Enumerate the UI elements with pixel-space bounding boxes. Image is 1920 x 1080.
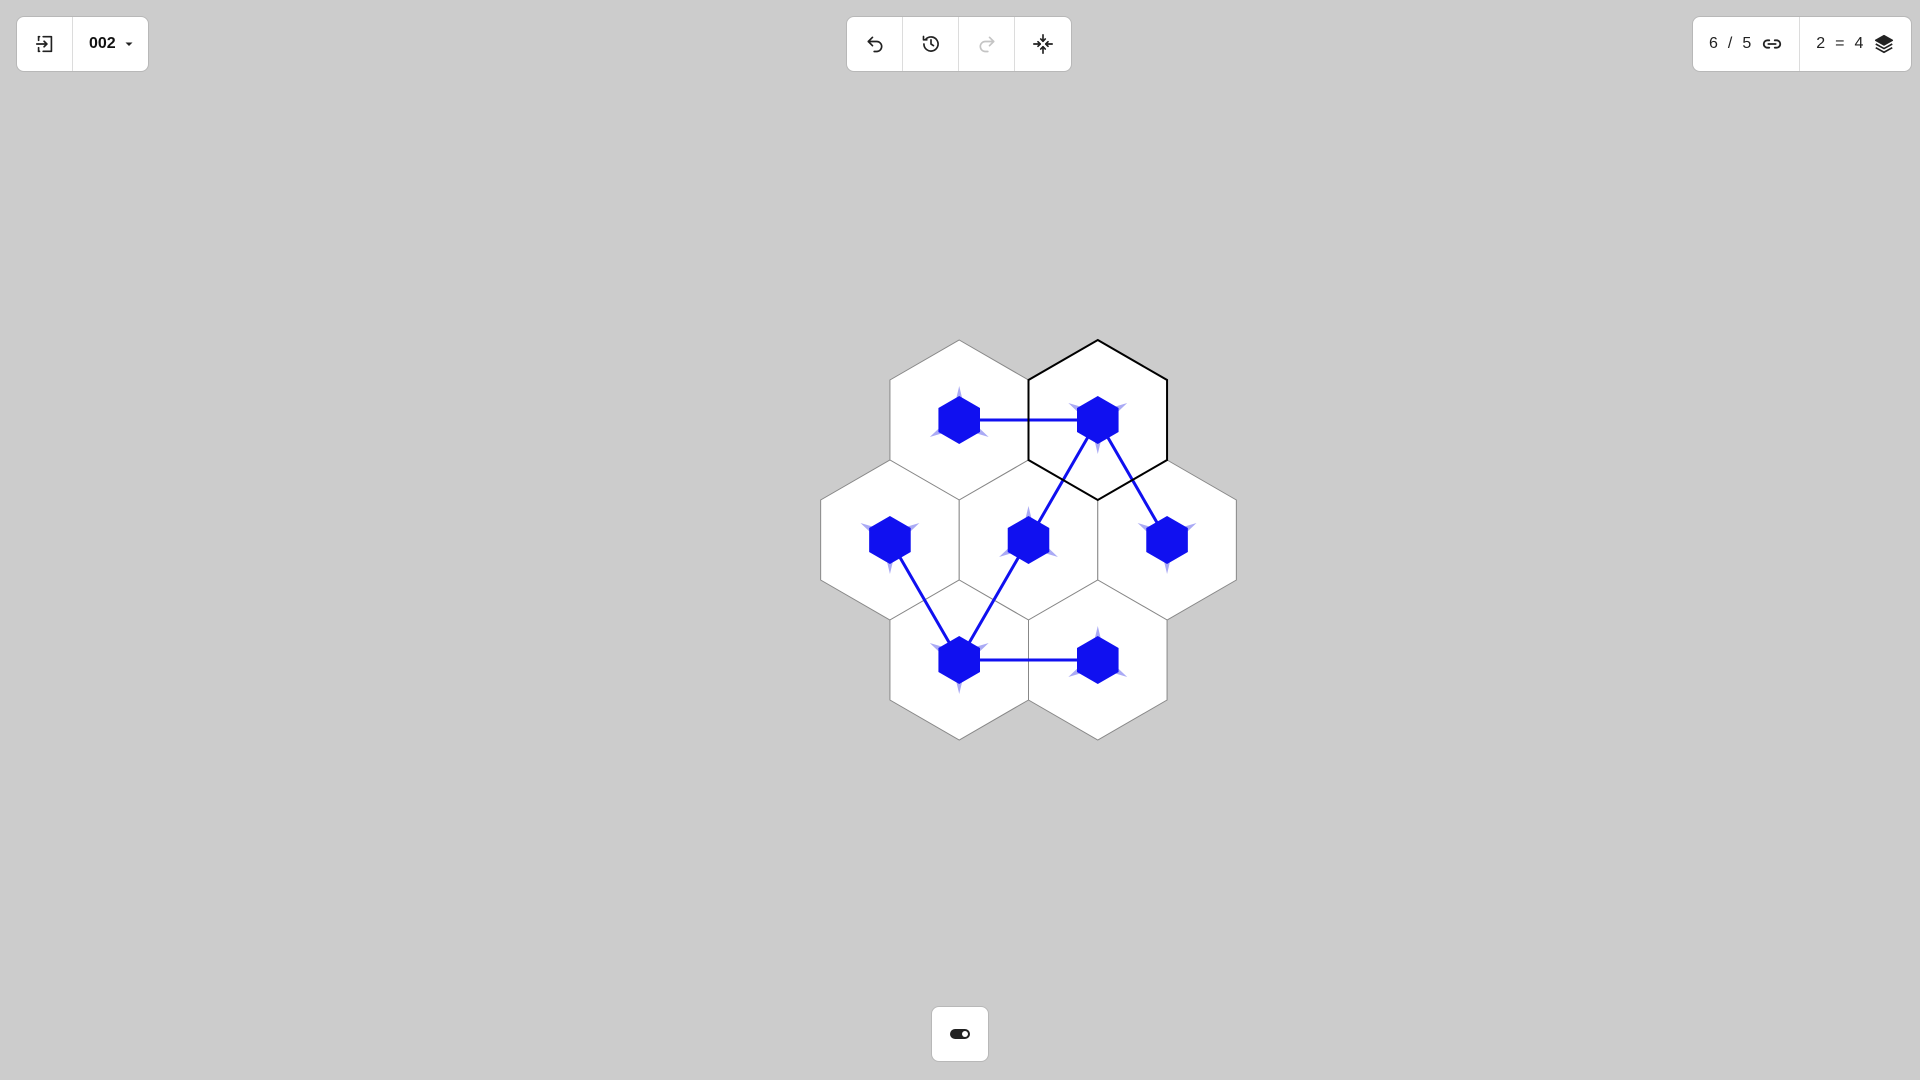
level-select[interactable]: 002 bbox=[73, 17, 148, 71]
level-toolbar: 002 bbox=[16, 16, 149, 72]
links-current: 6 bbox=[1709, 35, 1718, 52]
collapse-arrows-icon bbox=[1032, 33, 1054, 55]
layers-right: 4 bbox=[1854, 35, 1864, 52]
history-toolbar bbox=[846, 16, 1072, 72]
stats-toolbar: 6 / 5 2 = 4 bbox=[1692, 16, 1913, 72]
undo-button[interactable] bbox=[847, 17, 903, 71]
toggle-mode-button[interactable] bbox=[932, 1007, 988, 1061]
recenter-button[interactable] bbox=[1015, 17, 1071, 71]
undo-icon bbox=[865, 34, 885, 54]
exit-icon bbox=[34, 33, 56, 55]
history-button[interactable] bbox=[903, 17, 959, 71]
level-label: 002 bbox=[89, 35, 116, 52]
mode-toolbar bbox=[931, 1006, 989, 1062]
redo-icon bbox=[977, 34, 997, 54]
hex-board bbox=[820, 338, 1237, 741]
links-separator: / bbox=[1727, 35, 1733, 52]
layers-left: 2 bbox=[1816, 35, 1826, 52]
redo-button[interactable] bbox=[959, 17, 1015, 71]
link-icon bbox=[1761, 33, 1783, 55]
caret-down-icon bbox=[124, 39, 134, 49]
links-target: 5 bbox=[1742, 35, 1752, 52]
links-counter[interactable]: 6 / 5 bbox=[1693, 17, 1801, 71]
layers-separator: = bbox=[1835, 35, 1845, 52]
layers-icon bbox=[1873, 33, 1895, 55]
exit-button[interactable] bbox=[17, 17, 73, 71]
toggle-switch-icon bbox=[948, 1022, 972, 1046]
history-icon bbox=[921, 34, 941, 54]
layers-counter[interactable]: 2 = 4 bbox=[1800, 17, 1911, 71]
